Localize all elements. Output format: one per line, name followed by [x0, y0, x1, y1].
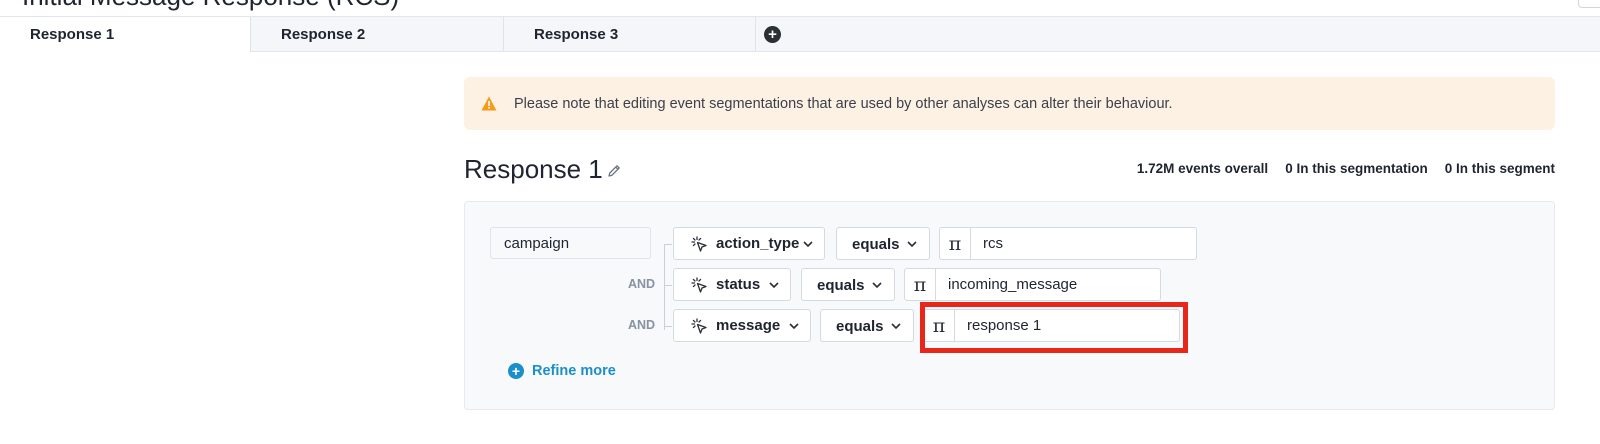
value-field-2: π [904, 268, 1161, 301]
chevron-down-icon [769, 282, 779, 289]
operator-dropdown-2[interactable]: equals [801, 268, 895, 301]
pencil-icon[interactable] [606, 163, 622, 179]
value-field-1: π [939, 227, 1197, 260]
cursor-click-icon [691, 277, 707, 293]
property-dropdown-action-type[interactable]: action_type [673, 227, 825, 260]
chevron-down-icon [891, 323, 901, 330]
value-input-1[interactable] [972, 228, 1196, 259]
chevron-down-icon [872, 282, 882, 289]
tree-connector-line [664, 244, 665, 330]
refine-more-label: Refine more [532, 363, 616, 379]
tab-response-3[interactable]: Response 3 [504, 17, 756, 52]
and-connector-2: AND [628, 277, 656, 291]
property-dropdown-message[interactable]: message [673, 309, 811, 342]
add-tab-plus-icon[interactable]: + [764, 26, 781, 43]
segment-title: Response 1 [464, 154, 603, 184]
tree-branch-3 [664, 326, 672, 327]
tab-bar: Response 1 Response 2 Response 3 + [0, 16, 1600, 52]
header-corner-control[interactable] [1578, 0, 1600, 8]
property-label: message [716, 317, 781, 334]
operator-dropdown-1[interactable]: equals [836, 227, 930, 260]
tree-branch-1 [664, 244, 672, 245]
refine-more-button[interactable]: + Refine more [508, 363, 616, 379]
warning-text: Please note that editing event segmentat… [514, 95, 1173, 112]
operator-dropdown-3[interactable]: equals [820, 309, 914, 342]
event-property-campaign[interactable]: campaign [490, 227, 651, 259]
warning-banner: Please note that editing event segmentat… [464, 77, 1555, 130]
tab-response-1[interactable]: Response 1 [0, 17, 251, 52]
cursor-click-icon [691, 318, 707, 334]
page-title: Initial Message Response (RCS) [22, 0, 399, 12]
cursor-click-icon [691, 236, 707, 252]
operator-label: equals [836, 318, 884, 335]
tree-branch-2 [664, 285, 672, 286]
text-type-icon: π [940, 228, 971, 259]
stat-in-segmentation: 0 In this segmentation [1285, 161, 1428, 176]
text-type-icon: π [905, 269, 936, 300]
chevron-down-icon [803, 241, 813, 248]
page-header: Initial Message Response (RCS) [0, 0, 1600, 16]
property-label: action_type [716, 235, 800, 252]
plus-circle-icon: + [508, 363, 524, 379]
warning-icon [481, 96, 497, 111]
value-input-2[interactable] [937, 269, 1160, 300]
chevron-down-icon [907, 241, 917, 248]
segment-stats: 1.72M events overall 0 In this segmentat… [1137, 161, 1555, 176]
property-dropdown-status[interactable]: status [673, 268, 791, 301]
and-connector-3: AND [628, 318, 656, 332]
stat-events-overall: 1.72M events overall [1136, 161, 1269, 176]
highlight-annotation-box [920, 302, 1188, 353]
operator-label: equals [817, 277, 865, 294]
stat-in-segment: 0 In this segment [1444, 161, 1555, 176]
tab-response-2[interactable]: Response 2 [251, 17, 504, 52]
chevron-down-icon [789, 323, 799, 330]
property-label: status [716, 276, 761, 293]
operator-label: equals [852, 236, 900, 253]
